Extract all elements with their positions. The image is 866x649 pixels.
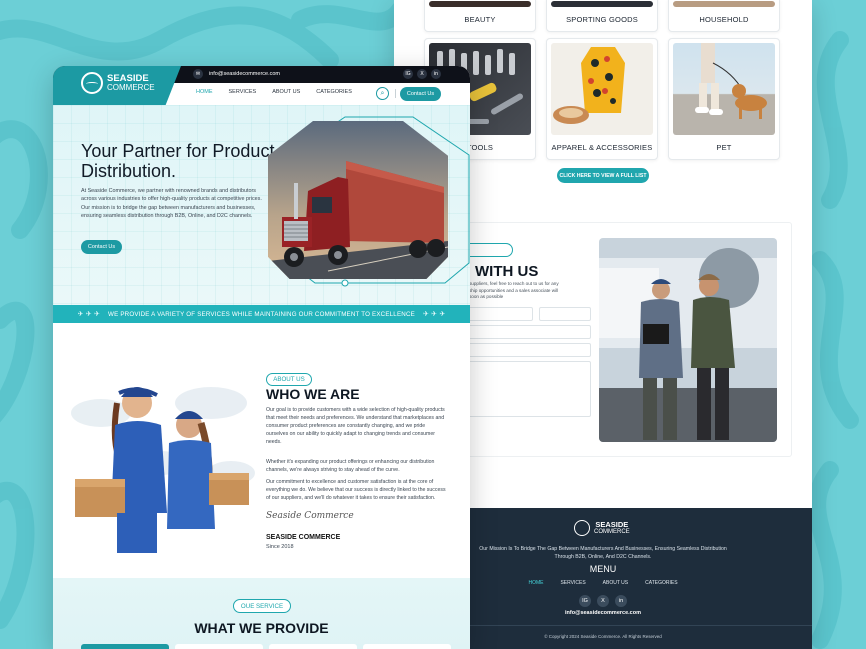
hero-contact-button[interactable]: Contact Us <box>81 240 122 254</box>
contact-text-line: ship opportunities and a sales associate… <box>469 287 559 293</box>
service-cards <box>81 644 451 649</box>
header-logo[interactable]: SEASIDE COMMERCE <box>81 72 155 94</box>
x-icon[interactable]: X <box>597 595 609 607</box>
hero-text: At Seaside Commerce, we partner with ren… <box>81 188 262 220</box>
banner-text: WE PROVIDE A VARIETY OF SERVICES WHILE M… <box>108 310 415 318</box>
contact-pill <box>463 243 513 257</box>
about-pill: ABOUT US <box>266 373 312 386</box>
service-card[interactable] <box>363 644 451 649</box>
mail-icon: ✉ <box>193 69 203 79</box>
last-name-field[interactable] <box>539 307 591 321</box>
hero-truck-image <box>268 121 448 279</box>
phone-field[interactable] <box>463 343 591 357</box>
instagram-icon[interactable]: IG <box>579 595 591 607</box>
about-paragraph-2: Whether it's expanding our product offer… <box>266 459 435 474</box>
services-pill: OUE SERVICE <box>233 599 291 613</box>
view-full-list-button[interactable]: CLICK HERE TO VIEW A FULL LIST <box>557 168 649 183</box>
hero-section: Your Partner for Product Distribution. A… <box>53 105 470 305</box>
service-card[interactable] <box>175 644 263 649</box>
category-label: PET <box>716 143 732 152</box>
category-label: BEAUTY <box>464 15 496 24</box>
service-card[interactable] <box>269 644 357 649</box>
x-icon[interactable]: X <box>417 69 427 79</box>
footer-link-services[interactable]: SERVICES <box>560 580 585 586</box>
contact-photo <box>599 238 777 442</box>
nav-services[interactable]: SERVICES <box>229 89 257 95</box>
category-card-household[interactable]: HOUSEHOLD <box>668 0 780 32</box>
nav-divider <box>395 89 396 98</box>
linkedin-icon[interactable]: in <box>615 595 627 607</box>
first-name-field[interactable] <box>463 307 533 321</box>
top-email-text: info@seasidecommerce.com <box>209 71 280 77</box>
contact-section: WITH US suppliers, feel free to reach ou… <box>422 222 792 457</box>
plane-icon: ✈ ✈ ✈ <box>422 311 446 318</box>
service-card[interactable] <box>81 644 169 649</box>
email-field[interactable] <box>463 325 591 339</box>
services-section: OUE SERVICE WHAT WE PROVIDE <box>53 578 470 649</box>
category-label: SPORTING GOODS <box>566 15 638 24</box>
contact-title: WITH US <box>475 263 539 280</box>
nav-about[interactable]: ABOUT US <box>272 89 300 95</box>
about-workers-image <box>61 363 261 553</box>
front-page-mockup: ✉ info@seasidecommerce.com IG X in SEASI… <box>53 66 470 649</box>
footer-logo-line2: COMMERCE <box>594 528 630 535</box>
about-section: ABOUT US WHO WE ARE Our goal is to provi… <box>53 323 470 578</box>
about-company-name: SEASIDE COMMERCE <box>266 534 341 541</box>
footer-link-about[interactable]: ABOUT US <box>603 580 628 586</box>
category-card-sporting-goods[interactable]: SPORTING GOODS <box>546 0 658 32</box>
category-label: APPAREL & ACCESSORIES <box>551 143 653 152</box>
top-social: IG X in <box>403 69 441 79</box>
contact-text: suppliers, feel free to reach out to us … <box>469 281 609 301</box>
hero-title: Your Partner for Product Distribution. <box>81 141 275 182</box>
logo-wave-icon <box>81 72 103 94</box>
logo-line2: COMMERCE <box>107 82 155 92</box>
contact-text-line: soon as possible <box>469 294 504 300</box>
about-title: WHO WE ARE <box>266 386 360 402</box>
about-paragraph-1: Our goal is to provide customers with a … <box>266 407 445 446</box>
search-icon[interactable]: ⌕ <box>376 87 389 100</box>
footer-logo[interactable]: SEASIDE COMMERCE <box>574 520 630 536</box>
about-paragraph-3: Our commitment to excellence and custome… <box>266 479 446 502</box>
contact-text-line: suppliers, feel free to reach out to us … <box>469 281 559 286</box>
footer-mission: Our Mission Is To Bridge The Gap Between… <box>479 546 727 561</box>
nav-home[interactable]: HOME <box>196 89 213 95</box>
contact-us-button[interactable]: Contact Us <box>400 87 441 101</box>
nav-categories[interactable]: CATEGORIES <box>316 89 352 95</box>
footer-link-categories[interactable]: CATEGORIES <box>645 580 677 586</box>
category-row-top: BEAUTY SPORTING GOODS HOUSEHOLD <box>424 0 780 32</box>
logo-wave-icon <box>574 520 590 536</box>
sporting-goods-image <box>551 1 653 7</box>
footer-link-home[interactable]: HOME <box>528 580 543 586</box>
household-image <box>673 1 775 7</box>
beauty-image <box>429 1 531 7</box>
top-email[interactable]: ✉ info@seasidecommerce.com <box>193 69 280 79</box>
apparel-image <box>551 43 653 135</box>
category-card-pet[interactable]: PET <box>668 38 780 160</box>
services-title: WHAT WE PROVIDE <box>194 620 329 636</box>
services-banner: ✈ ✈ ✈ WE PROVIDE A VARIETY OF SERVICES W… <box>53 305 470 323</box>
pet-image <box>673 43 775 135</box>
linkedin-icon[interactable]: in <box>431 69 441 79</box>
message-field[interactable] <box>463 361 591 417</box>
category-label: HOUSEHOLD <box>699 15 749 24</box>
signature: Seaside Commerce <box>266 511 354 521</box>
plane-icon: ✈ ✈ ✈ <box>77 311 101 318</box>
instagram-icon[interactable]: IG <box>403 69 413 79</box>
footer-social: IG X in <box>579 595 627 607</box>
main-nav: HOME SERVICES ABOUT US CATEGORIES <box>196 89 352 95</box>
about-since: Since 2018 <box>266 544 294 550</box>
category-row: TOOLS APPAREL & ACCESSORIES PET <box>424 38 780 160</box>
category-card-apparel[interactable]: APPAREL & ACCESSORIES <box>546 38 658 160</box>
category-card-beauty[interactable]: BEAUTY <box>424 0 536 32</box>
footer-logo-line1: SEASIDE <box>595 520 629 530</box>
